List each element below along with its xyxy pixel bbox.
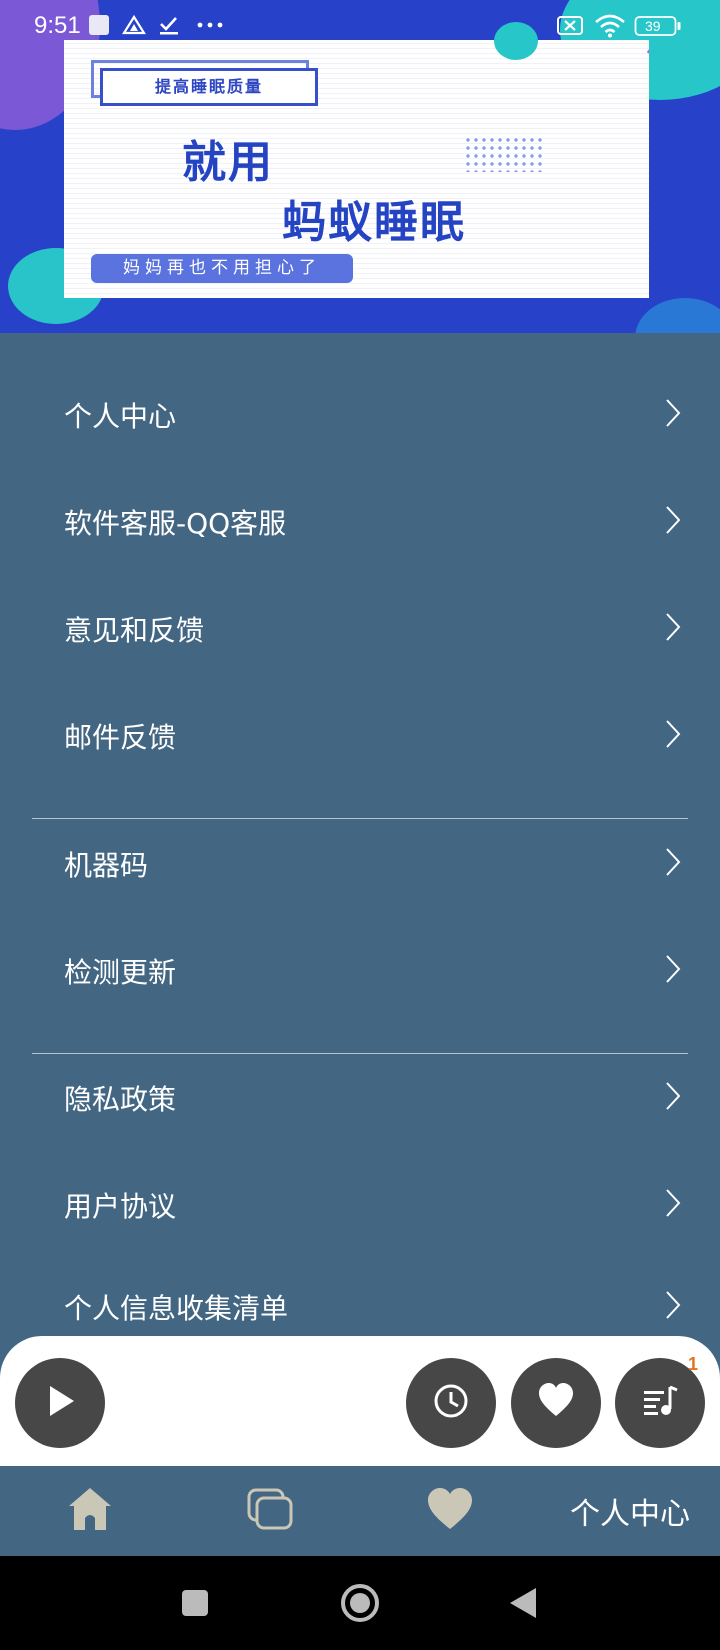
menu-item-feedback[interactable]: 意见和反馈	[0, 575, 720, 682]
check-task-icon	[158, 14, 180, 40]
heart-icon	[426, 1487, 474, 1535]
bottom-tab-bar: 个人中心	[0, 1466, 720, 1556]
system-navigation-bar	[0, 1556, 720, 1650]
play-icon	[40, 1381, 80, 1425]
banner-card[interactable]: 提高睡眠质量 就用 蚂蚁睡眠 妈妈再也不用担心了	[64, 40, 649, 298]
menu-item-profile[interactable]: 个人中心	[0, 361, 720, 468]
heart-icon	[536, 1381, 576, 1425]
playlist-icon	[640, 1381, 680, 1425]
chevron-right-icon	[664, 611, 682, 647]
mini-player: 1	[0, 1336, 720, 1466]
menu-item-label: 机器码	[64, 848, 149, 882]
menu-item-label: 软件客服-QQ客服	[64, 506, 287, 540]
playlist-count-badge: 1	[688, 1354, 699, 1374]
menu-item-user-agreement[interactable]: 用户协议	[0, 1151, 720, 1258]
clock-icon	[431, 1381, 471, 1425]
recents-button[interactable]	[181, 1589, 209, 1621]
layers-icon	[245, 1484, 295, 1538]
chevron-right-icon	[664, 397, 682, 433]
back-button[interactable]	[508, 1586, 538, 1624]
menu-item-qq-service[interactable]: 软件客服-QQ客服	[0, 468, 720, 575]
menu-item-label: 检测更新	[64, 955, 177, 989]
banner-note: 妈妈再也不用担心了	[91, 254, 353, 283]
battery-level: 39	[645, 18, 661, 34]
menu-item-label: 邮件反馈	[64, 720, 177, 754]
settings-menu: 个人中心 软件客服-QQ客服 意见和反馈 邮件反馈 机器码 检测更新 隐私政策 …	[0, 333, 720, 1336]
menu-item-privacy-policy[interactable]: 隐私政策	[0, 1044, 720, 1151]
tab-favorites[interactable]	[390, 1466, 510, 1556]
menu-item-machine-code[interactable]: 机器码	[0, 810, 720, 917]
favorite-button[interactable]	[511, 1358, 601, 1448]
chevron-right-icon	[664, 504, 682, 540]
sleep-timer-button[interactable]	[406, 1358, 496, 1448]
menu-item-label: 意见和反馈	[64, 613, 205, 647]
chevron-right-icon	[664, 1289, 682, 1325]
tab-profile-label: 个人中心	[570, 1497, 690, 1532]
tab-home[interactable]	[30, 1466, 150, 1556]
play-button[interactable]	[15, 1358, 105, 1448]
banner-title-line2: 蚂蚁睡眠	[282, 197, 466, 248]
no-sim-icon	[556, 14, 584, 40]
chevron-right-icon	[664, 1187, 682, 1223]
menu-item-label: 隐私政策	[64, 1082, 177, 1116]
tab-category[interactable]	[210, 1466, 330, 1556]
banner-title-line1: 就用	[182, 137, 274, 188]
menu-item-label: 用户协议	[64, 1189, 177, 1223]
tab-profile[interactable]: 个人中心	[560, 1466, 700, 1556]
banner-tag: 提高睡眠质量	[100, 68, 318, 106]
menu-item-label: 个人中心	[64, 399, 177, 433]
dot-pattern	[464, 136, 544, 172]
drive-icon	[122, 14, 146, 40]
menu-item-email-feedback[interactable]: 邮件反馈	[0, 682, 720, 789]
home-button[interactable]	[340, 1583, 380, 1627]
wifi-icon	[594, 14, 626, 42]
chevron-right-icon	[664, 1080, 682, 1116]
decor-blob	[635, 298, 720, 333]
chevron-right-icon	[664, 718, 682, 754]
chevron-right-icon	[664, 846, 682, 882]
home-icon	[65, 1484, 115, 1538]
menu-item-label: 个人信息收集清单	[64, 1291, 289, 1325]
menu-item-check-update[interactable]: 检测更新	[0, 917, 720, 1024]
status-time: 9:51	[34, 12, 81, 39]
more-icon	[196, 12, 224, 38]
chevron-right-icon	[664, 953, 682, 989]
status-bar: 9:51 39	[0, 0, 720, 54]
app-notification-icon	[88, 14, 110, 40]
menu-item-info-collection[interactable]: 个人信息收集清单	[0, 1253, 720, 1336]
